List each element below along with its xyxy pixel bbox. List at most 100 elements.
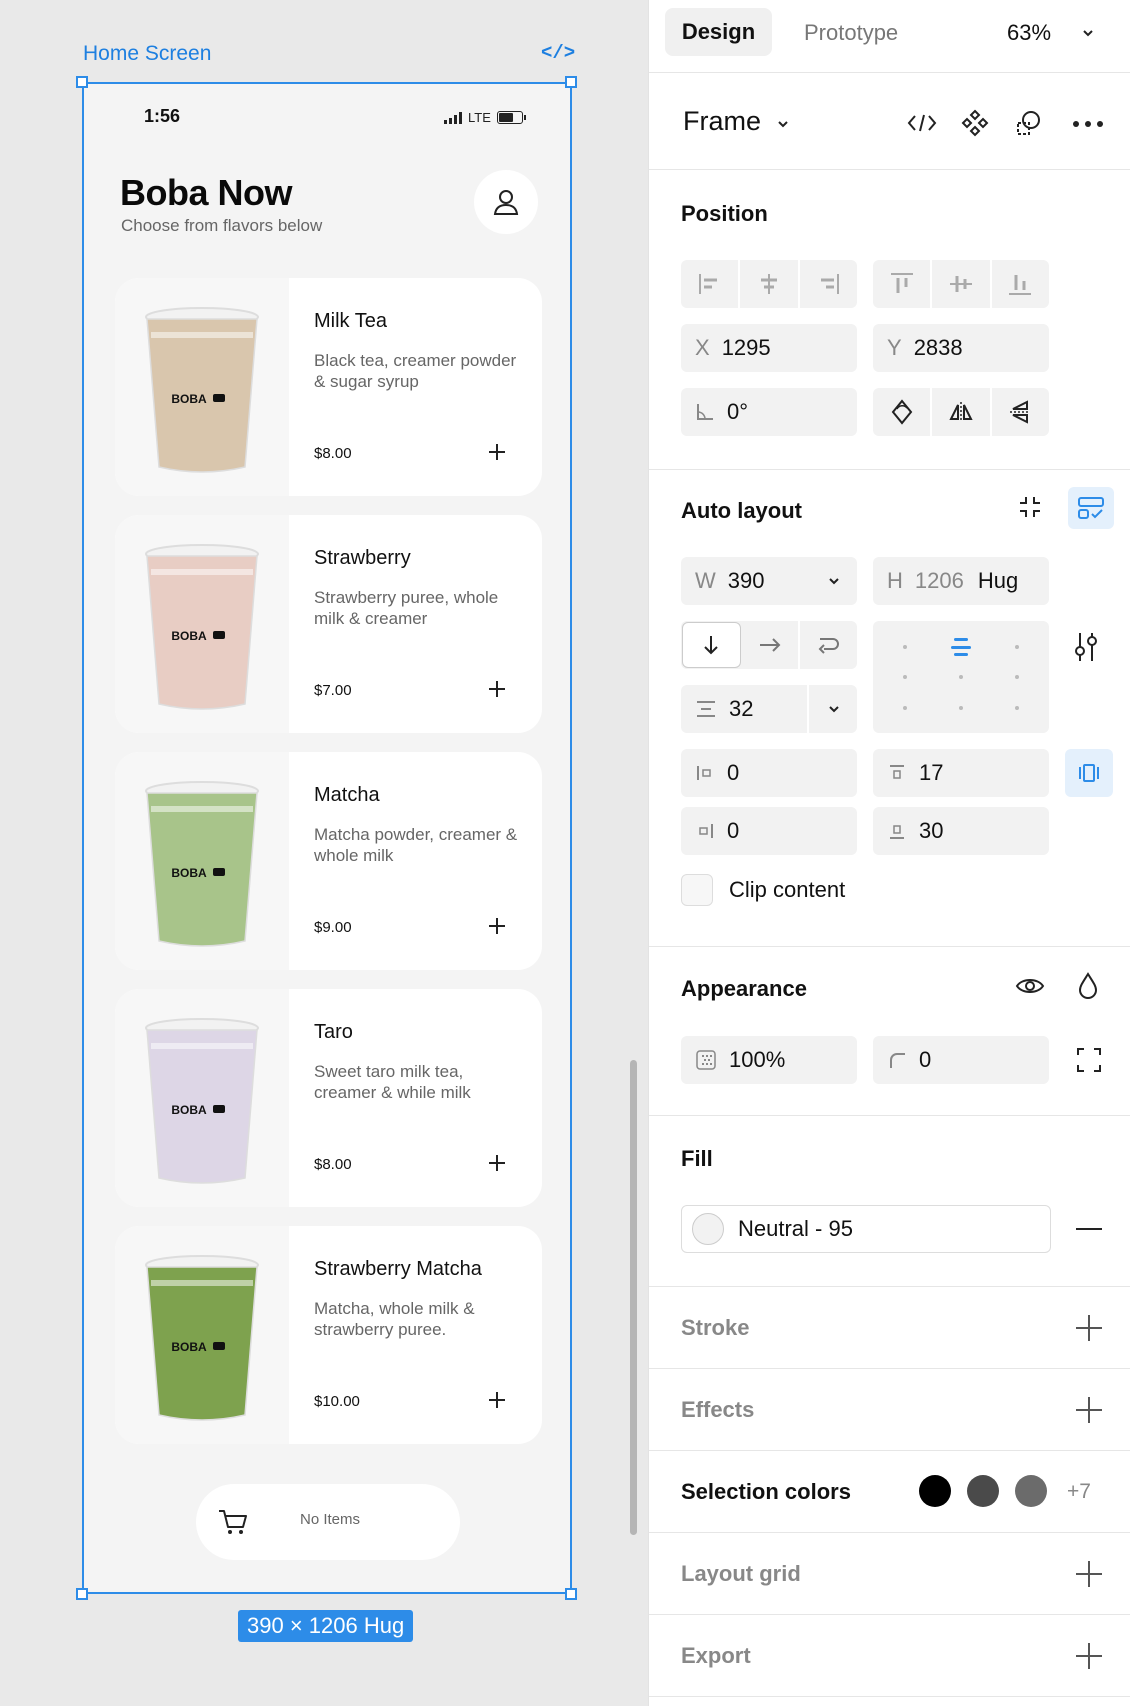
width-field[interactable]: W 390 [681,557,857,605]
component-icon[interactable] [961,109,989,137]
selection-color-swatch[interactable] [967,1475,999,1507]
collapse-icon[interactable] [1016,493,1044,521]
battery-icon [496,111,526,124]
mask-icon[interactable] [1015,109,1043,137]
selection-colors-title: Selection colors [681,1479,851,1504]
more-icon[interactable] [1072,120,1104,128]
direction-vertical-button[interactable] [682,622,741,668]
selection-color-swatch[interactable] [1015,1475,1047,1507]
frame-type-title[interactable]: Frame [683,106,761,137]
add-to-cart-button[interactable] [484,913,510,939]
blend-mode-icon[interactable] [1077,972,1099,1000]
align-left-button[interactable] [681,260,741,308]
clip-content-label[interactable]: Clip content [729,877,845,903]
rotate-90-button[interactable] [873,388,933,436]
rotation-field[interactable]: 0° [681,388,857,436]
chevron-down-icon[interactable] [1081,26,1095,40]
signal-icon [444,111,462,124]
flip-horizontal-button[interactable] [932,388,992,436]
add-to-cart-button[interactable] [484,1150,510,1176]
product-card[interactable]: BOBA Strawberry Matcha Matcha, whole milk … [115,1226,542,1444]
align-dot [1015,645,1019,649]
resize-handle-bottom-right[interactable] [565,1588,577,1600]
cart-icon [219,1510,247,1534]
selection-color-swatch[interactable] [919,1475,951,1507]
add-layout-grid-icon[interactable] [1076,1561,1102,1587]
chevron-down-icon[interactable] [827,574,841,588]
plus-icon [489,681,505,697]
add-export-icon[interactable] [1076,1643,1102,1669]
remove-fill-icon[interactable] [1076,1228,1102,1230]
layout-grid-section: Layout grid [649,1534,1130,1615]
zoom-level[interactable]: 63% [1007,20,1051,46]
individual-corners-icon[interactable] [1076,1047,1102,1073]
padding-right-field[interactable]: 0 [681,807,857,855]
product-name: Matcha [314,784,380,806]
product-description: Matcha powder, creamer & whole milk [314,825,518,865]
align-center-h-icon [760,274,777,294]
opacity-field[interactable]: 100% [681,1036,857,1084]
y-position-field[interactable]: Y 2838 [873,324,1049,372]
independent-padding-button[interactable] [1065,749,1113,797]
status-time: 1:56 [144,106,181,126]
canvas[interactable]: Home Screen </> 1:56 LTE Boba Now Choose… [0,0,647,1706]
w-label: W [695,568,716,593]
resize-handle-top-right[interactable] [565,76,577,88]
product-card[interactable]: BOBA Matcha Matcha powder, creamer & whole… [115,752,542,970]
padding-top-field[interactable]: 17 [873,749,1049,797]
flip-vertical-button[interactable] [992,388,1049,436]
direction-horizontal-button[interactable] [742,621,801,669]
home-screen-frame[interactable]: 1:56 LTE Boba Now Choose from flavors be… [82,82,572,1594]
profile-button[interactable] [474,170,538,234]
height-field[interactable]: H 1206 Hug [873,557,1049,605]
fill-swatch[interactable] [692,1213,724,1245]
tab-prototype[interactable]: Prototype [804,20,898,46]
add-stroke-icon[interactable] [1076,1315,1102,1341]
product-card[interactable]: BOBA Taro Sweet taro milk tea, creamer & w… [115,989,542,1207]
chevron-down-icon[interactable] [827,702,841,716]
eye-icon[interactable] [1015,976,1045,996]
padding-bottom-field[interactable]: 30 [873,807,1049,855]
more-colors-count[interactable]: +7 [1067,1480,1091,1504]
add-to-cart-button[interactable] [484,1387,510,1413]
alignment-grid[interactable] [873,621,1049,733]
padding-left-field[interactable]: 0 [681,749,857,797]
tab-design[interactable]: Design [665,8,772,56]
cup-label: BOBA [171,392,207,406]
dev-mode-code-icon[interactable]: </> [541,42,575,64]
layout-suggestion-button[interactable] [1068,487,1114,529]
vertical-align-group [873,260,1049,308]
export-section: Export [649,1616,1130,1697]
add-effect-icon[interactable] [1076,1397,1102,1423]
resize-handle-top-left[interactable] [76,76,88,88]
layout-settings-icon[interactable] [1072,631,1100,663]
clip-content-checkbox[interactable] [681,874,713,906]
cup-label: BOBA [171,629,207,643]
auto-layout-title: Auto layout [681,498,802,523]
align-center-h-button[interactable] [740,260,800,308]
corner-radius-field[interactable]: 0 [873,1036,1049,1084]
align-middle-button[interactable] [932,260,992,308]
chevron-down-icon[interactable] [776,117,790,131]
h-mode[interactable]: Hug [978,568,1018,594]
code-icon[interactable] [907,112,937,134]
align-top-button[interactable] [873,260,933,308]
resize-handle-bottom-left[interactable] [76,1588,88,1600]
product-card[interactable]: BOBA Strawberry Strawberry puree, whole mi… [115,515,542,733]
product-card[interactable]: BOBA Milk Tea Black tea, creamer powder & … [115,278,542,496]
x-position-field[interactable]: X 1295 [681,324,857,372]
cart-button[interactable]: No Items [196,1484,460,1560]
frame-size-badge: 390 × 1206 Hug [238,1610,414,1642]
add-to-cart-button[interactable] [484,439,510,465]
add-to-cart-button[interactable] [484,676,510,702]
direction-wrap-button[interactable] [800,621,857,669]
canvas-scrollbar[interactable] [630,1060,637,1535]
fill-style-field[interactable]: Neutral - 95 [681,1205,1051,1253]
align-bottom-button[interactable] [992,260,1049,308]
drink-cup-image: BOBA [145,543,259,710]
gap-field[interactable]: 32 [681,685,857,733]
corner-radius-icon [890,1053,905,1068]
frame-name-label[interactable]: Home Screen [83,42,211,66]
align-right-button[interactable] [800,260,857,308]
arrow-right-icon [760,638,781,652]
